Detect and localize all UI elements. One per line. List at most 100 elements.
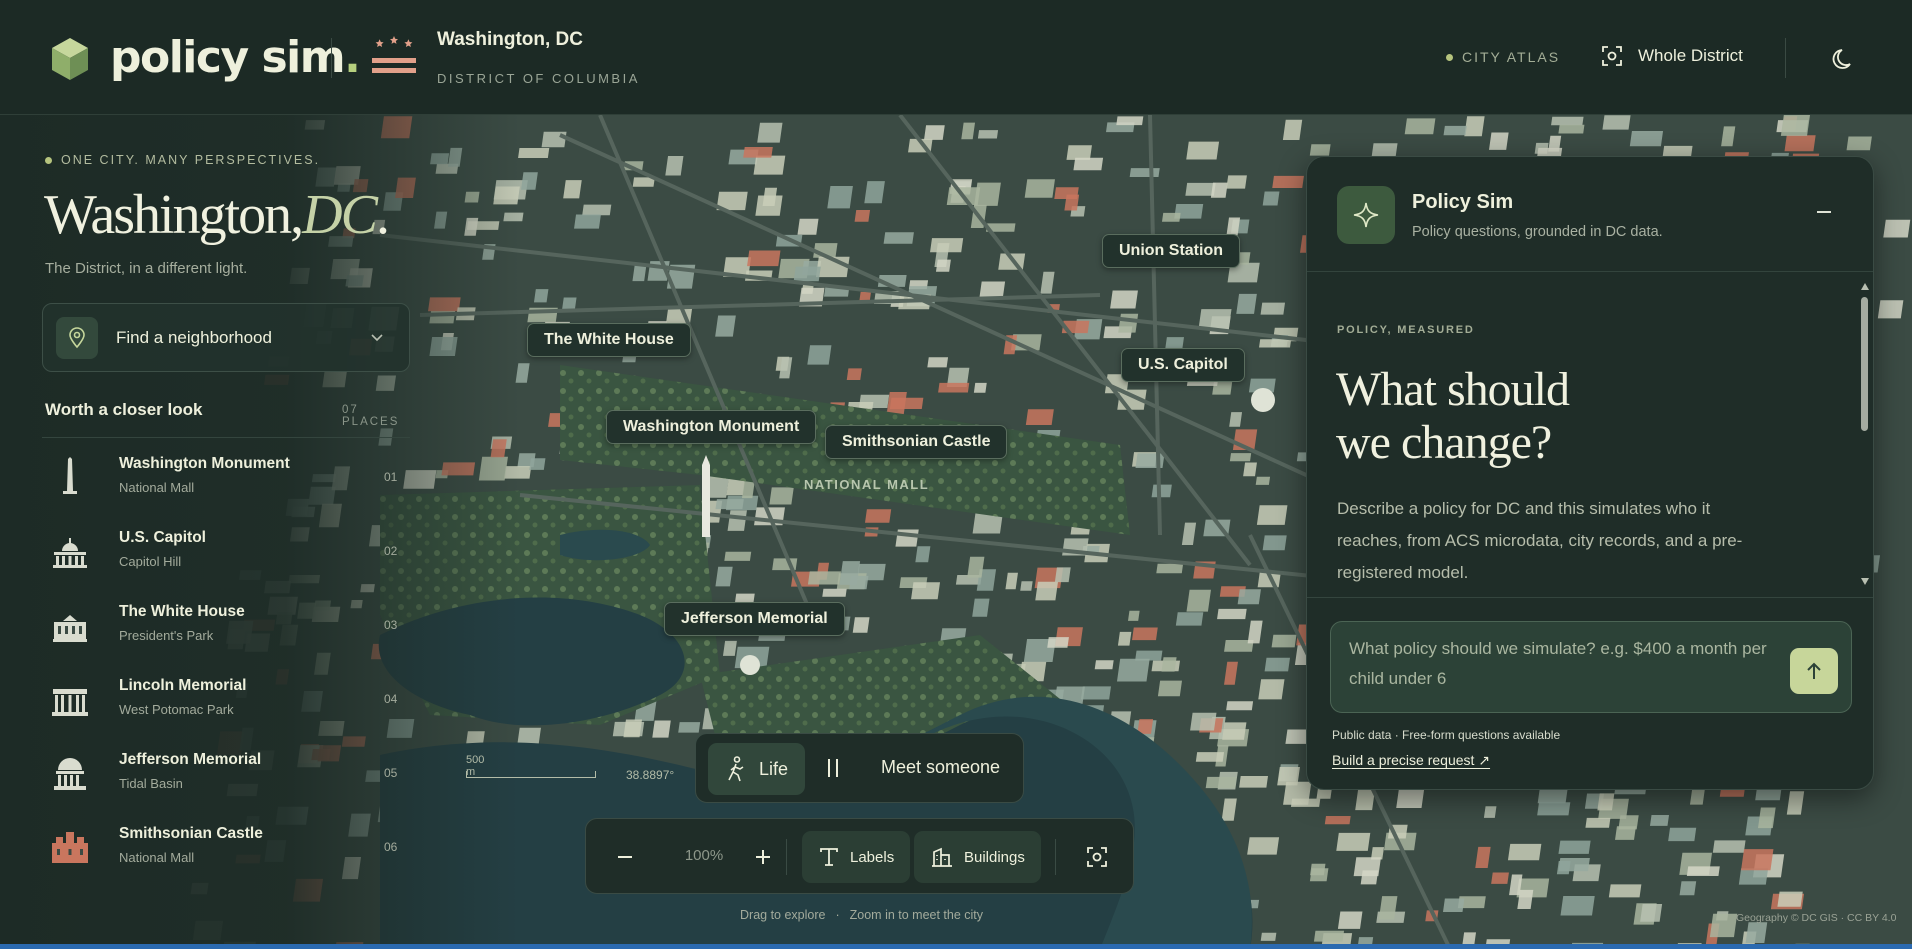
city-block [1226, 175, 1247, 189]
title-accent: DC [302, 184, 378, 246]
zoom-out-button[interactable] [606, 838, 644, 876]
city-block [839, 561, 861, 585]
city-block [1560, 896, 1595, 916]
recenter-button[interactable] [1078, 838, 1116, 876]
place-item-lincoln-memorial[interactable]: Lincoln Memorial West Potomac Park 04 [42, 667, 402, 733]
places-count: 07 PLACES [342, 404, 400, 428]
city-block [1558, 840, 1591, 854]
map-label-union-station[interactable]: Union Station [1102, 234, 1240, 268]
meet-someone-button[interactable]: Meet someone [881, 757, 1000, 778]
city-block [1024, 179, 1055, 198]
city-block [822, 588, 847, 597]
city-block [927, 357, 949, 368]
app-logo[interactable]: policy sim. [110, 32, 361, 83]
moon-icon[interactable] [1828, 44, 1856, 72]
city-block [1741, 849, 1774, 871]
city-block [1117, 631, 1132, 646]
logo-wordmark: policy sim [110, 32, 346, 83]
pause-icon[interactable] [818, 753, 848, 783]
scroll-thumb[interactable] [1861, 297, 1868, 431]
city-block [753, 155, 786, 175]
city-block [1259, 339, 1292, 348]
policy-prompt-input[interactable] [1349, 634, 1779, 700]
jefferson-memorial-icon [54, 758, 86, 790]
city-block [924, 125, 945, 140]
city-block [727, 510, 747, 531]
panel-message-area[interactable]: POLICY, MEASURED What should we change? D… [1307, 273, 1873, 593]
neighborhood-dropdown[interactable]: Find a neighborhood [42, 303, 410, 372]
minimize-icon[interactable] [1809, 197, 1839, 227]
city-block [1064, 194, 1080, 211]
city-block [1110, 290, 1138, 309]
map-label-washington-monument[interactable]: Washington Monument [606, 410, 817, 444]
build-request-link[interactable]: Build a precise request ↗ [1332, 752, 1490, 769]
city-atlas-link[interactable]: CITY ATLAS [1446, 49, 1560, 65]
city-block [755, 195, 783, 216]
map-toolbar: 100% Labels Buildings [585, 818, 1134, 894]
arrow-up-icon [1807, 662, 1821, 679]
map-attribution[interactable]: Geography © DC GIS · CC BY 4.0 [1736, 912, 1896, 924]
minus-icon [618, 856, 632, 858]
send-button[interactable] [1790, 648, 1838, 694]
city-block [724, 551, 752, 561]
city-block [865, 509, 892, 523]
place-number: 03 [384, 618, 398, 632]
city-block [1222, 722, 1247, 740]
whole-district-button[interactable]: Whole District [1600, 44, 1743, 68]
city-block [938, 382, 970, 393]
place-item-jefferson-memorial[interactable]: Jefferson Memorial Tidal Basin 05 [42, 741, 402, 807]
zoom-in-button[interactable] [744, 838, 782, 876]
city-block [1629, 131, 1664, 147]
places-section-title: Worth a closer look [45, 400, 203, 419]
city-block [757, 122, 783, 143]
panel-note: Public data · Free-form questions availa… [1332, 728, 1561, 742]
buildings-toggle[interactable]: Buildings [914, 831, 1041, 883]
labels-toggle[interactable]: Labels [802, 831, 911, 883]
tagline: ONE CITY. MANY PERSPECTIVES. [45, 153, 320, 167]
city-block [1585, 817, 1611, 828]
city-block [1846, 136, 1872, 151]
city-block [1073, 157, 1104, 171]
scroll-down-arrow-icon[interactable] [1861, 578, 1869, 585]
city-block [715, 566, 733, 587]
city-block [1679, 881, 1697, 896]
scale-line [466, 771, 596, 778]
place-item-white-house[interactable]: The White House President's Park 03 [42, 593, 402, 659]
buildings-icon [932, 847, 952, 867]
city-block [1237, 589, 1261, 605]
city-block [1404, 118, 1436, 135]
city-block [1336, 832, 1371, 851]
panel-subtitle: Policy questions, grounded in DC data. [1412, 224, 1663, 240]
map-label-smithsonian-castle[interactable]: Smithsonian Castle [825, 425, 1008, 459]
city-block [930, 238, 964, 253]
scrollbar[interactable] [1861, 283, 1869, 585]
city-block [1709, 913, 1738, 938]
city-block [1309, 868, 1329, 882]
city-block [1157, 680, 1183, 697]
city-block [1537, 802, 1571, 816]
place-item-smithsonian-castle[interactable]: Smithsonian Castle National Mall 06 [42, 815, 402, 881]
page-subtitle: The District, in a different light. [45, 260, 248, 277]
map-hint: Drag to explore · Zoom in to meet the city [740, 908, 983, 922]
map-label-white-house[interactable]: The White House [527, 323, 691, 357]
city-block [1256, 505, 1288, 525]
capitol-dome-icon [53, 538, 87, 568]
buildings-toggle-label: Buildings [964, 848, 1025, 866]
city-block [1210, 182, 1228, 198]
place-name: U.S. Capitol [119, 529, 206, 546]
place-item-washington-monument[interactable]: Washington Monument National Mall 01 [42, 445, 402, 511]
city-block [1443, 125, 1467, 136]
city-block [1217, 608, 1247, 620]
map-label-capitol[interactable]: U.S. Capitol [1121, 348, 1245, 382]
scroll-up-arrow-icon[interactable] [1861, 283, 1869, 290]
map-pin-icon [56, 316, 98, 359]
city-block [1229, 412, 1243, 427]
city-block [973, 382, 987, 393]
city-block [769, 487, 794, 505]
map-label-jefferson-memorial[interactable]: Jefferson Memorial [664, 602, 845, 636]
washington-monument-obelisk [702, 465, 710, 537]
life-mode-button[interactable]: Life [708, 743, 805, 795]
place-name: Washington Monument [119, 455, 290, 472]
city-block [852, 617, 870, 633]
place-item-us-capitol[interactable]: U.S. Capitol Capitol Hill 02 [42, 519, 402, 585]
